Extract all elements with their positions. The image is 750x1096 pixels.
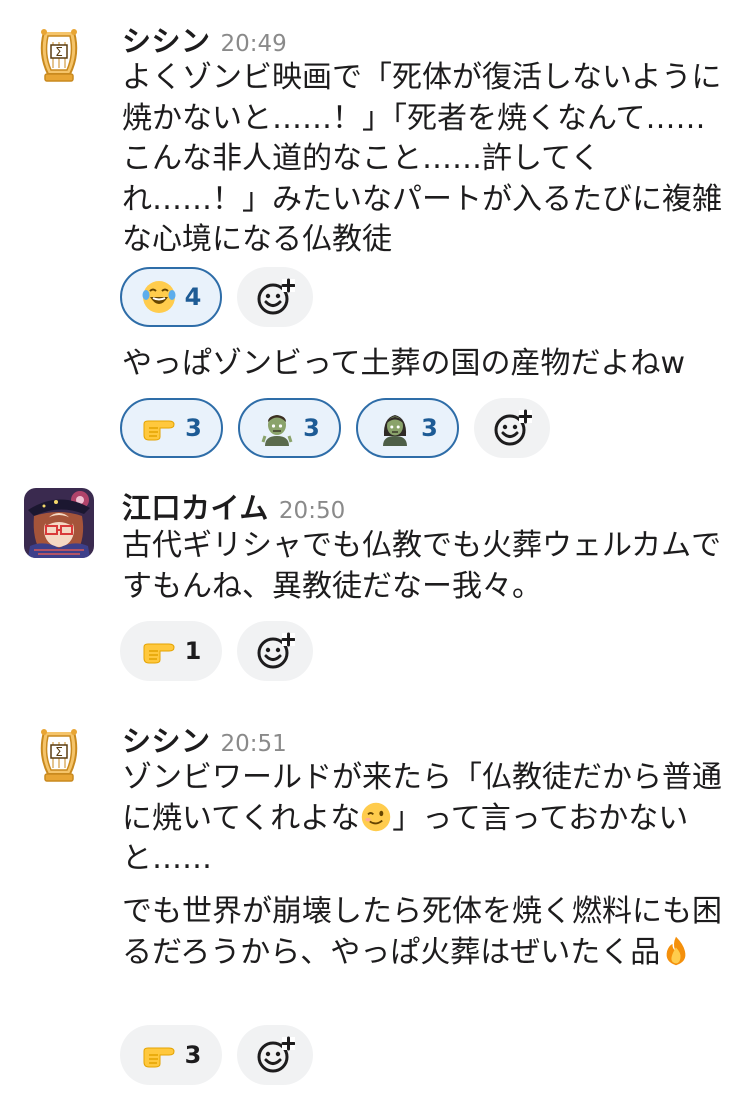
reaction-bar: 3 3 3 bbox=[120, 398, 550, 458]
reaction-count: 3 bbox=[184, 1041, 202, 1069]
message-text: でも世界が崩壊したら死体を焼く燃料にも困るだろうから、やっぱ火葬はぜいたく品 bbox=[122, 892, 732, 973]
reaction-count: 4 bbox=[184, 283, 202, 311]
message-text: ゾンビワールドが来たら「仏教徒だから普通に焼いてくれよな 」って言っておかないと…… bbox=[122, 758, 732, 880]
reaction-bar: 3 bbox=[120, 1025, 313, 1085]
message-header: 江口カイム 20:50 bbox=[122, 485, 345, 525]
reaction-count: 3 bbox=[421, 414, 438, 442]
author-name[interactable]: 江口カイム bbox=[122, 491, 269, 525]
add-reaction-icon bbox=[255, 631, 295, 671]
avatar[interactable] bbox=[24, 722, 94, 792]
message-header: シシン 20:49 bbox=[122, 18, 287, 58]
avatar[interactable] bbox=[24, 488, 94, 558]
message-text: やっぱゾンビって土葬の国の産物だよねw bbox=[122, 346, 686, 381]
avatar[interactable] bbox=[24, 22, 94, 92]
reaction-zombie-man[interactable]: 3 bbox=[238, 398, 341, 458]
reaction-pointing-right[interactable]: 3 bbox=[120, 398, 223, 458]
add-reaction-icon bbox=[492, 408, 532, 448]
add-reaction-button[interactable] bbox=[474, 398, 550, 458]
reaction-joy[interactable]: 4 bbox=[120, 267, 222, 327]
timestamp[interactable]: 20:49 bbox=[221, 31, 287, 57]
reaction-count: 3 bbox=[303, 414, 320, 442]
author-name[interactable]: シシン bbox=[122, 724, 211, 758]
add-reaction-button[interactable] bbox=[237, 267, 313, 327]
sigma-lyre-icon bbox=[24, 22, 94, 92]
pointing-right-icon bbox=[141, 633, 177, 669]
reaction-count: 1 bbox=[184, 637, 202, 665]
zombie-man-icon bbox=[259, 410, 295, 446]
sigma-lyre-icon bbox=[24, 722, 94, 792]
timestamp[interactable]: 20:51 bbox=[221, 731, 287, 757]
add-reaction-icon bbox=[255, 1035, 295, 1075]
add-reaction-button[interactable] bbox=[237, 1025, 313, 1085]
reaction-zombie-woman[interactable]: 3 bbox=[356, 398, 459, 458]
reaction-bar: 1 bbox=[120, 621, 313, 681]
message-text-content: でも世界が崩壊したら死体を焼く燃料にも困るだろうから、やっぱ火葬はぜいたく品 bbox=[122, 894, 722, 970]
joy-tears-icon bbox=[141, 279, 177, 315]
pointing-right-icon bbox=[141, 410, 177, 446]
add-reaction-button[interactable] bbox=[237, 621, 313, 681]
reaction-count: 3 bbox=[185, 414, 202, 442]
anime-character-avatar bbox=[24, 488, 94, 558]
reaction-pointing-right[interactable]: 1 bbox=[120, 621, 222, 681]
message-text: よくゾンビ映画で「死体が復活しないように焼かないと……！」「死者を焼くなんて……… bbox=[122, 60, 722, 257]
author-name[interactable]: シシン bbox=[122, 24, 211, 58]
reaction-pointing-right[interactable]: 3 bbox=[120, 1025, 222, 1085]
add-reaction-icon bbox=[255, 277, 295, 317]
reaction-bar: 4 bbox=[120, 267, 313, 327]
timestamp[interactable]: 20:50 bbox=[279, 498, 345, 524]
message-header: シシン 20:51 bbox=[122, 718, 287, 758]
pointing-right-icon bbox=[141, 1037, 177, 1073]
message-text: 古代ギリシャでも仏教でも火葬ウェルカムですもんね、異教徒だなー我々。 bbox=[122, 528, 722, 604]
winking-face-icon bbox=[360, 801, 392, 833]
fire-icon bbox=[660, 935, 692, 967]
zombie-woman-icon bbox=[377, 410, 413, 446]
